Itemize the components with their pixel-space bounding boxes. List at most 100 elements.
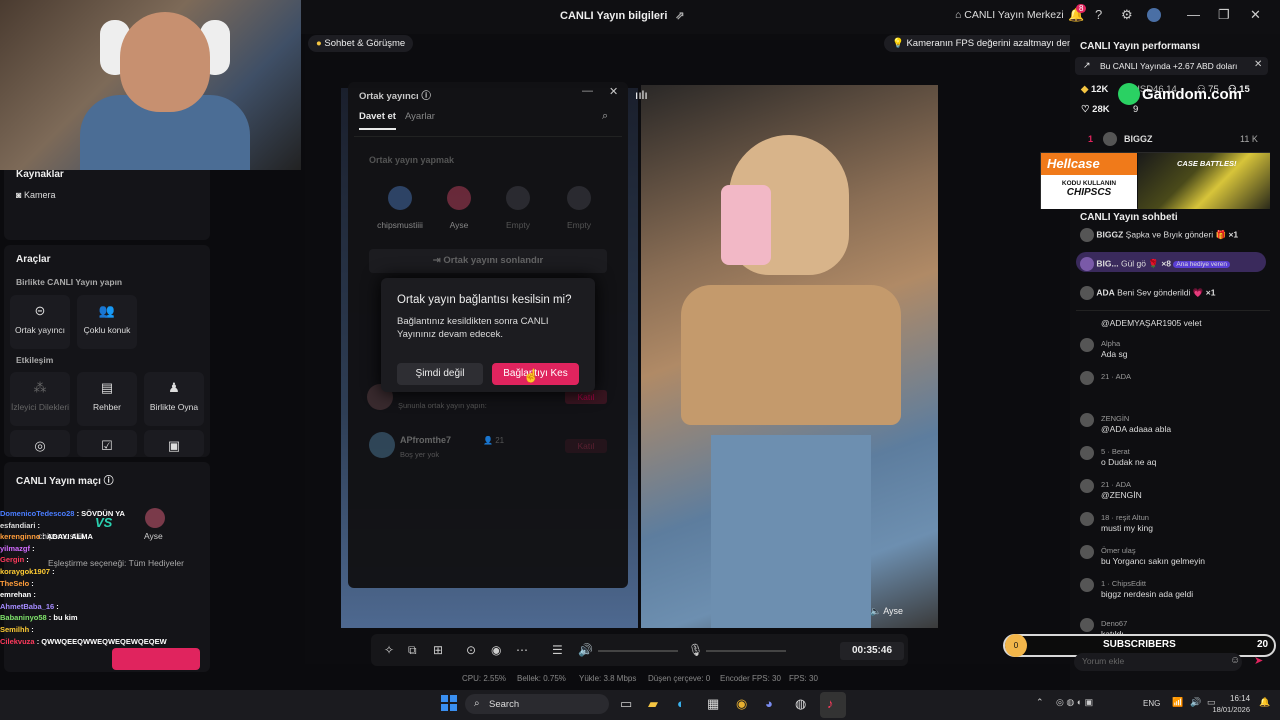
guide-tool[interactable]: ▤ Rehber — [77, 372, 137, 426]
tab-invite[interactable]: Davet et — [359, 111, 396, 130]
live-center-link[interactable]: ⌂ CANLI Yayın Merkezi — [955, 9, 1064, 21]
jacket — [681, 285, 901, 425]
record-icon[interactable]: ⊙ — [466, 643, 476, 657]
folder-icon[interactable]: ▰ — [648, 696, 658, 712]
multi-guest-tool[interactable]: 👥 Çoklu konuk — [77, 295, 137, 349]
store-icon[interactable]: ▦ — [707, 696, 719, 712]
guest-video — [641, 85, 938, 628]
end-cohost-button[interactable]: ⇥ Ortak yayını sonlandır — [369, 249, 607, 273]
cohost-tool[interactable]: ⊝ Ortak yayıncı — [10, 295, 70, 349]
avatar — [1103, 132, 1117, 146]
performance-title: CANLI Yayın performansı — [1080, 41, 1200, 52]
chat-call-label: Sohbet & Görüşme — [324, 38, 406, 49]
tool-more-3[interactable]: ▣ — [144, 430, 204, 457]
taskbar-search-label: Search — [489, 699, 520, 710]
match-button[interactable] — [112, 648, 200, 670]
chat-username: Babaninyo58 — [0, 613, 47, 623]
subs-right: 20 — [1257, 639, 1269, 650]
cancel-button[interactable]: Şimdi değil — [397, 363, 483, 385]
app-icon[interactable]: ◍ — [795, 696, 806, 712]
avatar — [1080, 479, 1094, 493]
webcam-overlay — [0, 0, 301, 170]
gear-icon[interactable]: ⚙ — [1121, 7, 1133, 23]
tray-chevron-icon[interactable]: ⌃ — [1036, 697, 1044, 708]
mic-slider[interactable] — [706, 650, 786, 652]
microphone-icon[interactable]: 🎙 — [688, 643, 703, 657]
message-content: ZENGİN @ADA adaaa abla — [1101, 413, 1171, 435]
gift-count: ×1 — [1228, 229, 1239, 240]
stat-diamonds-value: 12K — [1090, 84, 1109, 95]
tab-settings[interactable]: Ayarlar — [405, 111, 435, 122]
message-content: 21 · ADA — [1101, 371, 1131, 382]
language-indicator[interactable]: ENG — [1143, 699, 1160, 708]
magic-icon[interactable]: ✧ — [384, 643, 394, 657]
avatar[interactable] — [1147, 8, 1161, 22]
separator: : — [54, 601, 59, 611]
slot-3[interactable]: Empty — [498, 186, 538, 230]
user-count-value: 21 — [495, 436, 505, 445]
avatar — [1080, 338, 1094, 352]
stat-likes: ♡ 28K — [1081, 104, 1110, 115]
tool-more-1[interactable]: ◎ — [10, 430, 70, 457]
settings-sliders-icon[interactable]: ☰ — [552, 643, 563, 657]
stat-diamonds: ◆ 12K — [1081, 84, 1108, 95]
chat-call-pill[interactable]: ● Sohbet & Görüşme — [308, 35, 414, 52]
message-text: musti my king — [1101, 523, 1153, 533]
chat-message-row: ZENGİN @ADA adaaa abla — [1080, 413, 1171, 435]
discord-icon[interactable]: ◕ — [765, 696, 773, 711]
help-icon[interactable]: ? — [1095, 7, 1102, 22]
layout-icon[interactable]: ⊞ — [433, 643, 443, 657]
tray-icons[interactable]: ◎ ◍ ◐ ▣ — [1056, 697, 1093, 708]
message-user: 1 · ChipsEditt — [1101, 579, 1147, 588]
join-button[interactable]: Katıl — [565, 390, 607, 404]
minimize-icon[interactable]: — — [582, 85, 593, 97]
message-text: @ADA adaaa abla — [1101, 424, 1172, 434]
edge-icon[interactable]: ◐ — [677, 696, 685, 711]
share-icon[interactable]: ⇗ — [675, 10, 684, 22]
message-user: ZENGİN — [1101, 414, 1130, 423]
close-icon[interactable]: ✕ — [609, 85, 618, 98]
volume-slider[interactable] — [598, 650, 678, 652]
gift-text: Gül gö — [1120, 258, 1146, 269]
chat-username: emrehan — [0, 590, 32, 600]
close-icon[interactable]: ✕ — [1250, 7, 1261, 23]
slot-4[interactable]: Empty — [559, 186, 599, 230]
search-icon[interactable]: ⌕ — [602, 110, 608, 123]
trend-icon: ↗ — [1083, 60, 1091, 70]
speaker-icon[interactable]: 🔊 — [1190, 697, 1201, 708]
tool-more-2[interactable]: ☑ — [77, 430, 137, 457]
title-text: CANLI Yayın bilgileri — [560, 10, 668, 22]
message-text: o Dudak ne aq — [1101, 457, 1157, 467]
message-text: @ADEMYAŞAR1905 velet — [1101, 318, 1202, 328]
chrome-icon[interactable]: ◉ — [736, 696, 747, 712]
emoji-icon[interactable]: ☺ — [1230, 655, 1240, 666]
avatar — [1080, 228, 1094, 242]
effects-icon[interactable]: ◉ — [491, 643, 501, 657]
close-icon[interactable]: ✕ — [1254, 59, 1262, 70]
send-icon[interactable]: ➤ — [1254, 654, 1263, 667]
chat-message: bu kim — [53, 613, 78, 623]
windows-start-icon[interactable] — [441, 695, 457, 711]
gift-row: BIG... Gül gö 🌹 ×8 Ana hediye veren — [1080, 257, 1231, 271]
avatar — [1080, 413, 1094, 427]
taskbar-search[interactable] — [465, 694, 609, 714]
message-user: Alpha — [1101, 339, 1121, 348]
more-icon[interactable]: ⋯ — [516, 643, 528, 657]
mute-icon[interactable]: 🔈 — [870, 606, 883, 616]
screen-share-icon[interactable]: ⧉ — [408, 643, 417, 658]
camera-source[interactable]: ◙ Kamera — [16, 190, 55, 200]
volume-icon[interactable]: 🔊 — [578, 643, 593, 657]
viewer-requests-label: İzleyici Dilekleri — [10, 402, 70, 412]
stream-info-title[interactable]: CANLI Yayın bilgileri ⇗ — [560, 9, 685, 22]
minimize-icon[interactable]: — — [1187, 7, 1200, 22]
search-icon: ⌕ — [474, 698, 480, 709]
overlay-chat: DomenicoTedesco28 : SÖVDÜN YA esfandiari … — [0, 508, 212, 647]
wifi-icon[interactable]: 📶 — [1172, 697, 1183, 708]
viewer-requests-tool[interactable]: ⁂ İzleyici Dilekleri — [10, 372, 70, 426]
play-together-tool[interactable]: ♟ Birlikte Oyna — [144, 372, 204, 426]
notification-bell-icon[interactable]: 🔔 — [1259, 697, 1270, 708]
live-center-label: CANLI Yayın Merkezi — [964, 9, 1064, 21]
maximize-icon[interactable]: ❐ — [1218, 7, 1230, 23]
task-view-icon[interactable]: ▭ — [620, 696, 632, 712]
earnings-text: Bu CANLI Yayında +2.67 ABD doları — [1100, 61, 1238, 71]
